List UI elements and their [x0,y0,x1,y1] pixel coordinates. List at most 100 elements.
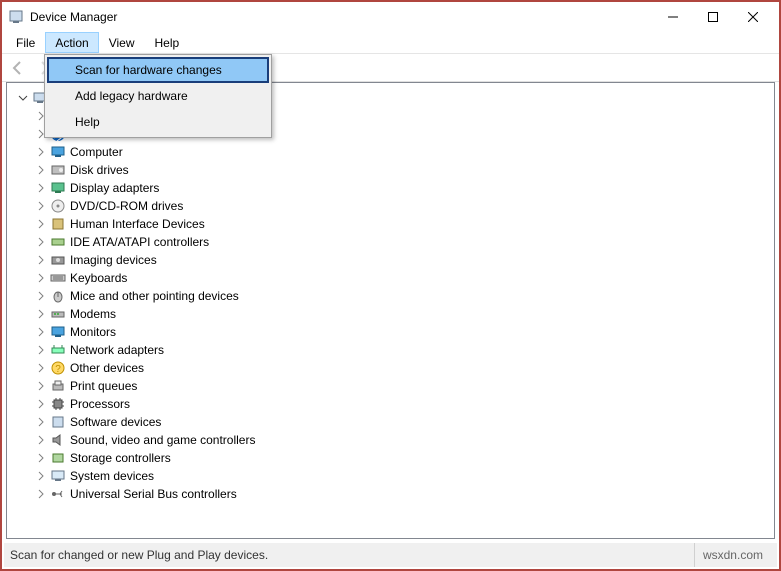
expander-closed-icon[interactable] [34,199,48,213]
tree-item-label: Network adapters [70,343,164,357]
expander-closed-icon[interactable] [34,343,48,357]
tree-item[interactable]: Display adapters [34,179,769,197]
menu-view[interactable]: View [99,32,145,53]
expander-closed-icon[interactable] [34,433,48,447]
tree-item-label: Keyboards [70,271,127,285]
device-category-icon [50,144,66,160]
tree-item[interactable]: Human Interface Devices [34,215,769,233]
tree-item-label: Computer [70,145,123,159]
tree-item-label: Imaging devices [70,253,157,267]
app-icon [8,9,24,25]
expander-closed-icon[interactable] [34,325,48,339]
window-controls [653,3,773,31]
tree-item-label: DVD/CD-ROM drives [70,199,183,213]
maximize-button[interactable] [693,3,733,31]
device-category-icon [50,396,66,412]
tree-item[interactable]: Print queues [34,377,769,395]
tree-item[interactable]: Mice and other pointing devices [34,287,769,305]
status-text: Scan for changed or new Plug and Play de… [10,548,268,562]
device-tree[interactable]: BatteriesBluetoothComputerDisk drivesDis… [12,85,769,535]
tree-item[interactable]: Monitors [34,323,769,341]
expander-closed-icon[interactable] [34,181,48,195]
tree-item-label: Display adapters [70,181,159,195]
device-category-icon [50,432,66,448]
tree-item[interactable]: Storage controllers [34,449,769,467]
tree-item[interactable]: Universal Serial Bus controllers [34,485,769,503]
expander-open-icon[interactable] [16,91,30,105]
tree-item-label: Modems [70,307,116,321]
device-category-icon [50,270,66,286]
close-button[interactable] [733,3,773,31]
tree-item-label: Software devices [70,415,161,429]
expander-closed-icon[interactable] [34,271,48,285]
device-category-icon [50,288,66,304]
menu-help[interactable]: Help [145,32,190,53]
device-category-icon [50,234,66,250]
device-category-icon [50,486,66,502]
status-right: wsxdn.com [694,543,771,567]
tree-item[interactable]: Modems [34,305,769,323]
tree-item[interactable]: Software devices [34,413,769,431]
expander-closed-icon[interactable] [34,289,48,303]
svg-text:?: ? [55,364,61,375]
device-category-icon [50,450,66,466]
tree-item-label: Universal Serial Bus controllers [70,487,237,501]
minimize-button[interactable] [653,3,693,31]
device-category-icon: ? [50,360,66,376]
tree-item-label: IDE ATA/ATAPI controllers [70,235,209,249]
tree-item-label: System devices [70,469,154,483]
expander-closed-icon[interactable] [34,145,48,159]
action-dropdown: Scan for hardware changes Add legacy har… [44,54,272,138]
tree-item[interactable]: Keyboards [34,269,769,287]
expander-closed-icon[interactable] [34,379,48,393]
device-category-icon [50,216,66,232]
expander-closed-icon[interactable] [34,253,48,267]
tree-item[interactable]: IDE ATA/ATAPI controllers [34,233,769,251]
tree-item[interactable]: Network adapters [34,341,769,359]
device-category-icon [50,306,66,322]
expander-closed-icon[interactable] [34,451,48,465]
menu-add-legacy[interactable]: Add legacy hardware [47,83,269,109]
tree-item[interactable]: Disk drives [34,161,769,179]
tree-item-label: Disk drives [70,163,129,177]
tree-item[interactable]: Processors [34,395,769,413]
menu-file[interactable]: File [6,32,45,53]
tree-item-label: Other devices [70,361,144,375]
menu-help-item[interactable]: Help [47,109,269,135]
expander-closed-icon[interactable] [34,235,48,249]
menu-scan-hardware[interactable]: Scan for hardware changes [47,57,269,83]
device-category-icon [50,342,66,358]
titlebar: Device Manager [2,2,779,32]
back-button[interactable] [6,56,30,80]
expander-closed-icon[interactable] [34,217,48,231]
expander-closed-icon[interactable] [34,163,48,177]
expander-closed-icon[interactable] [34,397,48,411]
window-title: Device Manager [30,10,653,24]
menubar: File Action View Help [2,32,779,54]
statusbar: Scan for changed or new Plug and Play de… [4,543,777,567]
tree-item[interactable]: Imaging devices [34,251,769,269]
tree-item-label: Print queues [70,379,137,393]
tree-item[interactable]: DVD/CD-ROM drives [34,197,769,215]
expander-closed-icon[interactable] [34,469,48,483]
device-category-icon [50,180,66,196]
menu-action[interactable]: Action [45,32,98,53]
tree-item-label: Sound, video and game controllers [70,433,255,447]
device-category-icon [50,378,66,394]
device-category-icon [50,414,66,430]
expander-closed-icon[interactable] [34,487,48,501]
expander-closed-icon[interactable] [34,307,48,321]
device-category-icon [50,198,66,214]
expander-closed-icon[interactable] [34,415,48,429]
tree-item[interactable]: System devices [34,467,769,485]
device-category-icon [50,252,66,268]
tree-item[interactable]: Computer [34,143,769,161]
expander-closed-icon[interactable] [34,361,48,375]
tree-item-label: Human Interface Devices [70,217,205,231]
device-category-icon [50,162,66,178]
tree-item[interactable]: Sound, video and game controllers [34,431,769,449]
tree-item[interactable]: ? Other devices [34,359,769,377]
tree-item-label: Monitors [70,325,116,339]
tree-item-label: Processors [70,397,130,411]
device-category-icon [50,324,66,340]
